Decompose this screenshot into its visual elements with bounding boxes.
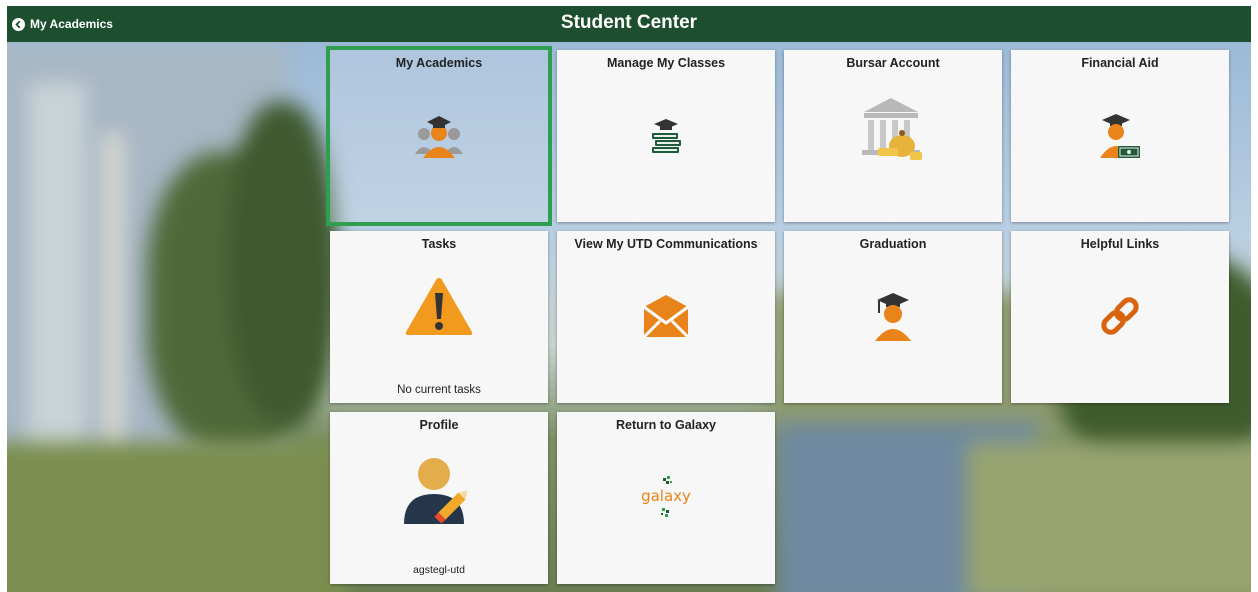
tile-title: My Academics — [395, 56, 483, 70]
top-header-bar: My Academics Student Center — [7, 6, 1251, 42]
graduate-icon — [870, 291, 916, 346]
link-icon — [1095, 291, 1145, 346]
tile-tasks[interactable]: Tasks No current tasks — [330, 231, 548, 403]
tile-title: Manage My Classes — [606, 56, 726, 70]
tile-title: Profile — [419, 418, 459, 432]
tasks-status-text: No current tasks — [397, 384, 481, 396]
galaxy-logo: galaxy — [636, 472, 696, 522]
user-edit-icon — [402, 454, 476, 531]
tile-title: Bursar Account — [846, 56, 940, 70]
tile-title: Graduation — [859, 237, 927, 251]
graduate-group-icon — [413, 112, 465, 163]
graduate-money-icon — [1098, 112, 1142, 165]
tile-title: Helpful Links — [1080, 237, 1160, 251]
tile-profile[interactable]: Profile agstegl-utd — [330, 412, 548, 584]
tile-helpful-links[interactable]: Helpful Links — [1011, 231, 1229, 403]
tile-manage-my-classes[interactable]: Manage My Classes — [557, 50, 775, 222]
tile-title: View My UTD Communications — [574, 237, 758, 251]
books-graduation-cap-icon — [646, 116, 686, 161]
warning-icon — [404, 275, 474, 342]
profile-username: agstegl-utd — [413, 564, 465, 576]
page-title: Student Center — [560, 12, 698, 33]
tile-title: Tasks — [421, 237, 457, 251]
tile-return-to-galaxy[interactable]: Return to Galaxy galaxy — [557, 412, 775, 584]
tile-bursar-account[interactable]: Bursar Account — [784, 50, 1002, 222]
bank-money-icon — [858, 96, 928, 169]
tile-graduation[interactable]: Graduation — [784, 231, 1002, 403]
tile-view-my-utd-communications[interactable]: View My UTD Communications — [557, 231, 775, 403]
tile-my-academics[interactable]: My Academics — [326, 46, 552, 226]
tile-title: Return to Galaxy — [615, 418, 717, 432]
tile-financial-aid[interactable]: Financial Aid — [1011, 50, 1229, 222]
tile-title: Financial Aid — [1081, 56, 1159, 70]
envelope-icon — [642, 293, 690, 344]
galaxy-logo-text: galaxy — [641, 487, 691, 505]
